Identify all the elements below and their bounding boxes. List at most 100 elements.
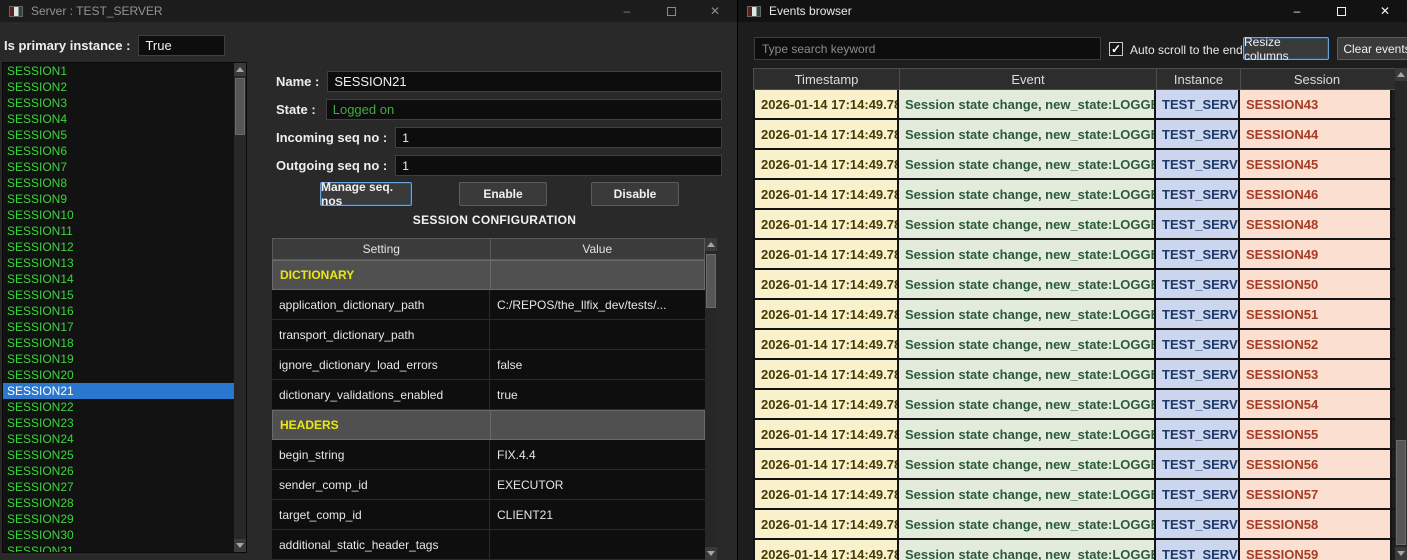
scroll-down-icon[interactable] — [234, 539, 246, 552]
scroll-up-icon[interactable] — [234, 63, 246, 76]
primary-instance-field[interactable]: True — [138, 35, 225, 56]
session-list-item[interactable]: SESSION1 — [3, 63, 234, 79]
event-timestamp-cell: 2026-01-14 17:14:49.788 — [753, 180, 899, 208]
event-row[interactable]: 2026-01-14 17:14:49.788Session state cha… — [753, 120, 1396, 150]
session-list-item[interactable]: SESSION12 — [3, 239, 234, 255]
outgoing-seq-field[interactable]: 1 — [395, 155, 722, 176]
session-list-item[interactable]: SESSION19 — [3, 351, 234, 367]
config-section-row[interactable]: HEADERS — [272, 410, 705, 440]
events-table-scrollbar[interactable] — [1395, 68, 1407, 560]
events-window: Events browser – ✕ ✓ Auto scroll to the … — [737, 0, 1407, 560]
scroll-down-icon[interactable] — [1395, 547, 1407, 560]
event-event-cell: Session state change, new_state:LOGGED_O… — [899, 150, 1156, 178]
session-list-item[interactable]: SESSION3 — [3, 95, 234, 111]
session-list-item[interactable]: SESSION8 — [3, 175, 234, 191]
session-list-item[interactable]: SESSION11 — [3, 223, 234, 239]
session-list-item[interactable]: SESSION27 — [3, 479, 234, 495]
clear-events-button[interactable]: Clear events — [1337, 37, 1407, 60]
maximize-icon[interactable] — [1319, 0, 1363, 22]
session-list-item[interactable]: SESSION5 — [3, 127, 234, 143]
config-col-setting[interactable]: Setting — [273, 239, 491, 259]
event-row[interactable]: 2026-01-14 17:14:49.788Session state cha… — [753, 510, 1396, 540]
session-list-item[interactable]: SESSION28 — [3, 495, 234, 511]
event-row[interactable]: 2026-01-14 17:14:49.788Session state cha… — [753, 420, 1396, 450]
event-row[interactable]: 2026-01-14 17:14:49.788Session state cha… — [753, 270, 1396, 300]
session-list-item[interactable]: SESSION25 — [3, 447, 234, 463]
event-row[interactable]: 2026-01-14 17:14:49.788Session state cha… — [753, 240, 1396, 270]
config-table-scrollbar[interactable] — [705, 238, 717, 560]
name-label: Name : — [276, 74, 319, 89]
session-list-item[interactable]: SESSION7 — [3, 159, 234, 175]
close-icon[interactable]: ✕ — [1363, 0, 1407, 22]
events-col-instance[interactable]: Instance — [1157, 69, 1241, 89]
resize-columns-button[interactable]: Resize columns — [1243, 37, 1329, 60]
session-list-item[interactable]: SESSION14 — [3, 271, 234, 287]
event-row[interactable]: 2026-01-14 17:14:49.788Session state cha… — [753, 180, 1396, 210]
config-row[interactable]: application_dictionary_pathC:/REPOS/the_… — [272, 290, 705, 320]
session-list-item[interactable]: SESSION21 — [3, 383, 234, 399]
session-list-item[interactable]: SESSION24 — [3, 431, 234, 447]
close-icon[interactable]: ✕ — [693, 0, 737, 22]
event-row[interactable]: 2026-01-14 17:14:49.788Session state cha… — [753, 450, 1396, 480]
event-row[interactable]: 2026-01-14 17:14:49.788Session state cha… — [753, 390, 1396, 420]
incoming-seq-field[interactable]: 1 — [395, 127, 722, 148]
event-row[interactable]: 2026-01-14 17:14:49.788Session state cha… — [753, 90, 1396, 120]
session-list-item[interactable]: SESSION16 — [3, 303, 234, 319]
minimize-icon[interactable]: – — [605, 0, 649, 22]
event-row[interactable]: 2026-01-14 17:14:49.788Session state cha… — [753, 360, 1396, 390]
enable-button[interactable]: Enable — [459, 182, 547, 206]
session-list-item[interactable]: SESSION2 — [3, 79, 234, 95]
scroll-up-icon[interactable] — [705, 238, 717, 251]
session-list-item[interactable]: SESSION18 — [3, 335, 234, 351]
scroll-up-icon[interactable] — [1395, 68, 1407, 81]
scrollbar-thumb[interactable] — [1396, 440, 1406, 545]
session-list-item[interactable]: SESSION26 — [3, 463, 234, 479]
session-list-item[interactable]: SESSION6 — [3, 143, 234, 159]
events-col-session[interactable]: Session — [1241, 69, 1393, 89]
config-row[interactable]: dictionary_validations_enabledtrue — [272, 380, 705, 410]
session-list-item[interactable]: SESSION15 — [3, 287, 234, 303]
session-list-item[interactable]: SESSION22 — [3, 399, 234, 415]
event-row[interactable]: 2026-01-14 17:14:49.788Session state cha… — [753, 150, 1396, 180]
search-input[interactable] — [754, 37, 1101, 60]
session-list-item[interactable]: SESSION31 — [3, 543, 234, 553]
event-row[interactable]: 2026-01-14 17:14:49.788Session state cha… — [753, 540, 1396, 560]
event-row[interactable]: 2026-01-14 17:14:49.788Session state cha… — [753, 330, 1396, 360]
config-value-cell: EXECUTOR — [490, 470, 704, 499]
name-field[interactable]: SESSION21 — [327, 71, 722, 92]
scroll-down-icon[interactable] — [705, 547, 717, 560]
scrollbar-thumb[interactable] — [706, 254, 716, 308]
config-col-value[interactable]: Value — [491, 239, 705, 259]
session-list-item[interactable]: SESSION13 — [3, 255, 234, 271]
manage-seq-button[interactable]: Manage seq. nos — [320, 182, 412, 206]
session-list-item[interactable]: SESSION9 — [3, 191, 234, 207]
config-row[interactable]: ignore_dictionary_load_errorsfalse — [272, 350, 705, 380]
session-list-item[interactable]: SESSION10 — [3, 207, 234, 223]
session-list-item[interactable]: SESSION20 — [3, 367, 234, 383]
event-row[interactable]: 2026-01-14 17:14:49.788Session state cha… — [753, 300, 1396, 330]
maximize-icon[interactable] — [649, 0, 693, 22]
config-row[interactable]: sender_comp_idEXECUTOR — [272, 470, 705, 500]
config-row[interactable]: target_comp_idCLIENT21 — [272, 500, 705, 530]
session-list-item[interactable]: SESSION30 — [3, 527, 234, 543]
scrollbar-thumb[interactable] — [235, 78, 245, 135]
disable-button[interactable]: Disable — [591, 182, 679, 206]
events-col-timestamp[interactable]: Timestamp — [754, 69, 900, 89]
config-row[interactable]: begin_stringFIX.4.4 — [272, 440, 705, 470]
events-col-event[interactable]: Event — [900, 69, 1157, 89]
config-section-row[interactable]: DICTIONARY — [272, 260, 705, 290]
session-list-item[interactable]: SESSION4 — [3, 111, 234, 127]
event-session-cell: SESSION58 — [1240, 510, 1392, 538]
minimize-icon[interactable]: – — [1275, 0, 1319, 22]
session-list-item[interactable]: SESSION23 — [3, 415, 234, 431]
event-instance-cell: TEST_SERVER — [1156, 510, 1240, 538]
session-list-scrollbar[interactable] — [234, 63, 246, 552]
session-list-item[interactable]: SESSION17 — [3, 319, 234, 335]
config-row[interactable]: transport_dictionary_path — [272, 320, 705, 350]
config-row[interactable]: additional_static_header_tags — [272, 530, 705, 560]
config-setting-cell: DICTIONARY — [273, 261, 491, 289]
event-row[interactable]: 2026-01-14 17:14:49.788Session state cha… — [753, 480, 1396, 510]
autoscroll-checkbox[interactable]: ✓ — [1109, 42, 1123, 56]
session-list-item[interactable]: SESSION29 — [3, 511, 234, 527]
event-row[interactable]: 2026-01-14 17:14:49.788Session state cha… — [753, 210, 1396, 240]
